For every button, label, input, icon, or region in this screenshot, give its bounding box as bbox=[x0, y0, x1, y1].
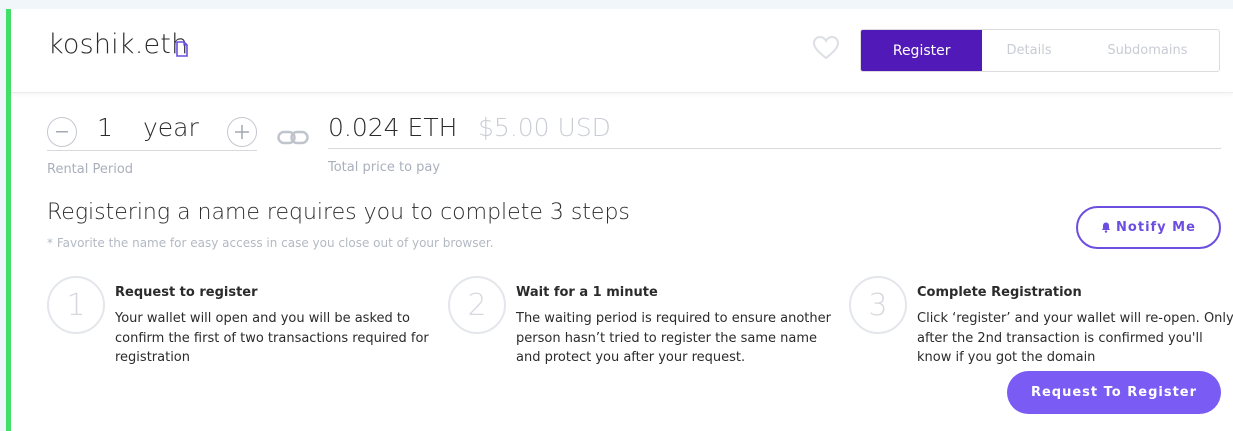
domain-tabs: Register Details Subdomains bbox=[860, 29, 1220, 72]
eth-price: 0.024 ETH bbox=[328, 113, 458, 142]
total-price-label: Total price to pay bbox=[328, 160, 441, 175]
plus-icon bbox=[235, 125, 249, 139]
tab-details[interactable]: Details bbox=[982, 30, 1075, 71]
favorite-note: * Favorite the name for easy access in c… bbox=[47, 236, 494, 250]
step-number: 2 bbox=[448, 276, 506, 334]
step-title: Request to register bbox=[115, 285, 258, 300]
decrement-years-button[interactable] bbox=[47, 117, 77, 147]
stepper-underline bbox=[47, 150, 257, 151]
step-number: 1 bbox=[47, 276, 105, 334]
step-number: 3 bbox=[849, 276, 907, 334]
steps-heading: Registering a name requires you to compl… bbox=[47, 200, 630, 225]
step-title: Complete Registration bbox=[917, 285, 1082, 300]
tab-register[interactable]: Register bbox=[861, 30, 983, 71]
copy-icon[interactable] bbox=[175, 41, 189, 57]
step-description: The waiting period is required to ensure… bbox=[516, 311, 831, 365]
rental-years-value[interactable]: 1 bbox=[97, 113, 113, 142]
notify-me-label: Notify Me bbox=[1116, 220, 1196, 235]
rental-period-label: Rental Period bbox=[47, 162, 134, 177]
price-underline bbox=[328, 148, 1221, 149]
rental-years-unit: year bbox=[143, 113, 199, 142]
step-description: Click ‘register’ and your wallet will re… bbox=[917, 311, 1233, 365]
notify-me-button[interactable]: Notify Me bbox=[1076, 206, 1221, 249]
link-icon bbox=[277, 130, 309, 145]
minus-icon bbox=[56, 131, 68, 133]
usd-price: $5.00 USD bbox=[478, 113, 611, 142]
increment-years-button[interactable] bbox=[227, 117, 257, 147]
tab-subdomains[interactable]: Subdomains bbox=[1076, 30, 1219, 71]
domain-card: koshik.eth Register Details Subdomains 1… bbox=[6, 9, 1233, 431]
request-to-register-button[interactable]: Request To Register bbox=[1007, 371, 1221, 414]
step-title: Wait for a 1 minute bbox=[516, 285, 658, 300]
domain-header: koshik.eth Register Details Subdomains bbox=[11, 9, 1233, 93]
heart-icon[interactable] bbox=[813, 36, 839, 60]
domain-name: koshik.eth bbox=[48, 29, 189, 60]
bell-icon bbox=[1101, 222, 1111, 233]
step-description: Your wallet will open and you will be as… bbox=[115, 311, 429, 365]
